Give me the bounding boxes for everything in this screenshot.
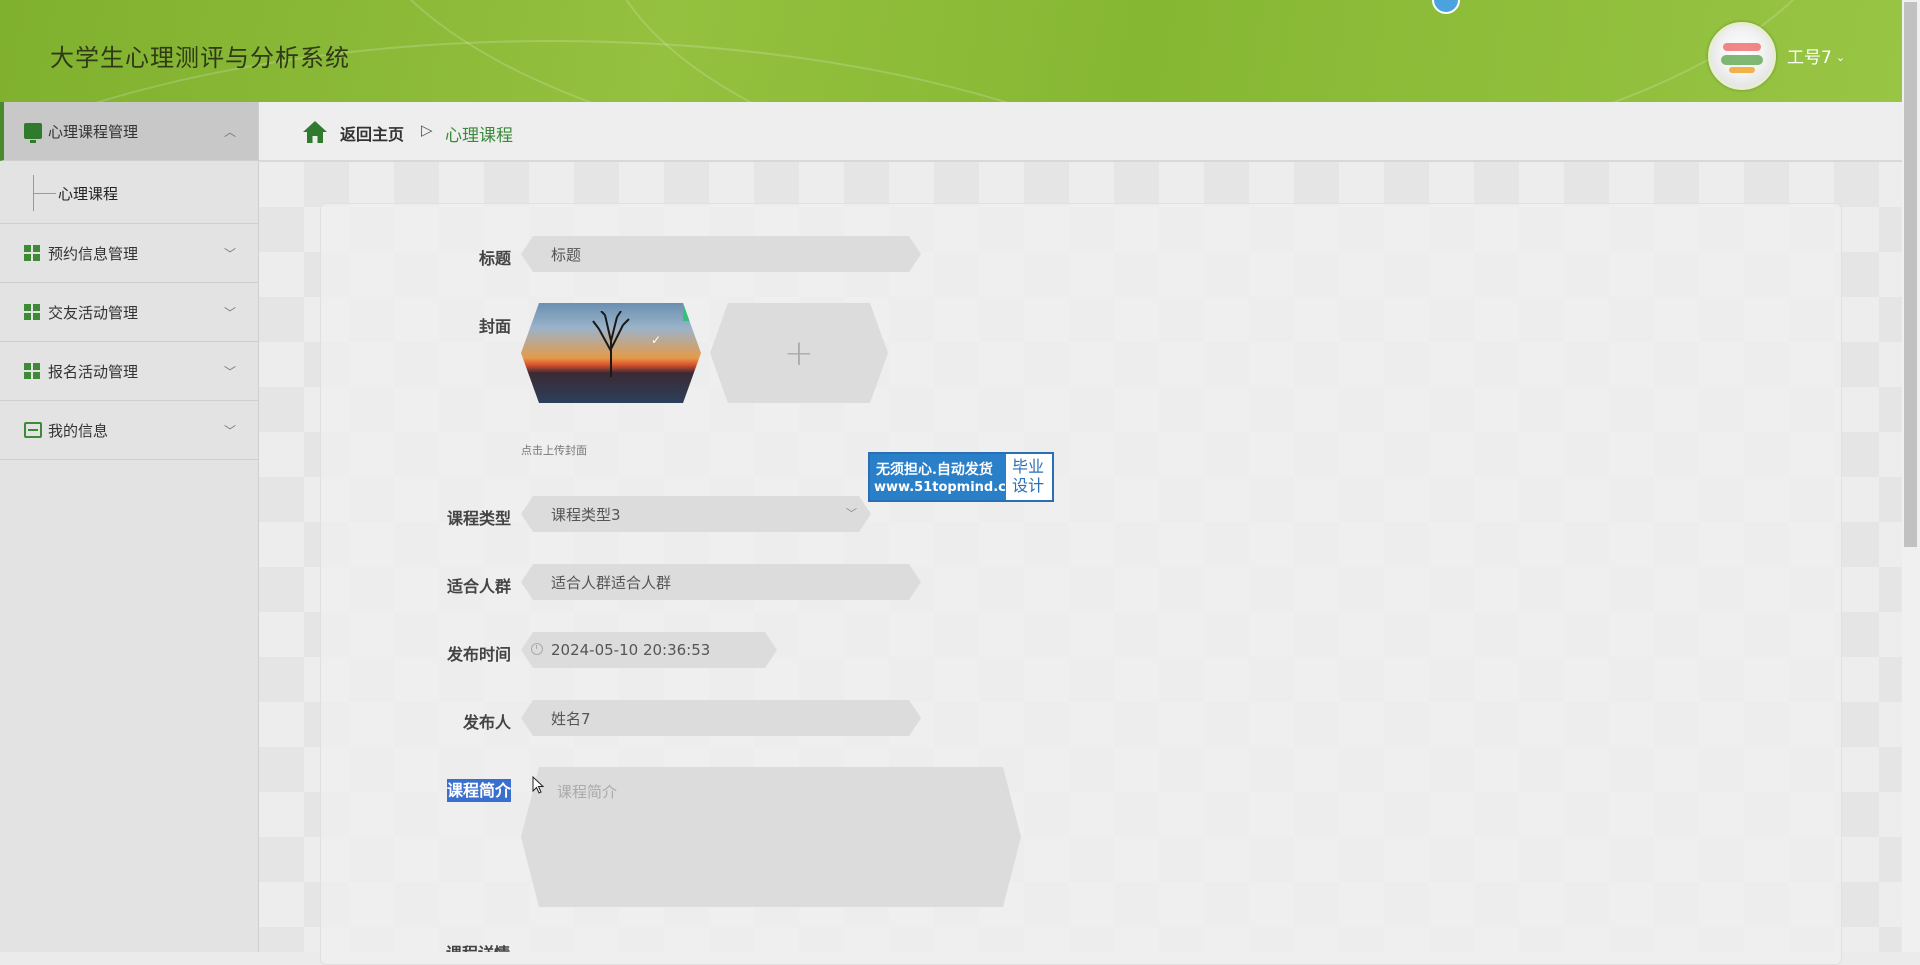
sidebar-item-social-activity[interactable]: 交友活动管理 ﹀: [0, 283, 258, 342]
details-label: 课程详情: [446, 940, 510, 952]
user-menu[interactable]: 工号7 ⌄: [1787, 43, 1845, 68]
chevron-down-icon: ﹀: [223, 423, 236, 438]
watermark-badge: 无须担心.自动发货 www.51topmind.com 毕业设计: [868, 452, 1054, 502]
sidebar-item-my-info[interactable]: 我的信息 ﹀: [0, 401, 258, 460]
breadcrumb-home-link[interactable]: 返回主页: [340, 121, 404, 145]
chevron-down-icon: ⌄: [1835, 51, 1846, 64]
sidebar-item-registration[interactable]: 报名活动管理 ﹀: [0, 342, 258, 401]
chevron-down-icon: ﹀: [846, 507, 857, 520]
audience-label: 适合人群: [446, 577, 511, 596]
sidebar-item-label: 报名活动管理: [48, 362, 139, 381]
course-type-select[interactable]: 课程类型3: [521, 496, 871, 532]
monitor-icon: [24, 123, 42, 143]
sidebar: 心理课程管理 ︿ 心理课程 预约信息管理 ﹀ 交友活动管理 ﹀ 报名活动管理 ﹀…: [0, 102, 259, 952]
intro-label-wrap: 课程简介: [391, 777, 511, 802]
sidebar-item-course-management[interactable]: 心理课程管理 ︿: [0, 102, 258, 161]
grid-icon: [24, 245, 42, 261]
cover-image[interactable]: ✓: [521, 303, 701, 403]
breadcrumb-separator: ▷: [421, 121, 433, 139]
sidebar-item-label: 我的信息: [48, 421, 109, 440]
publish-time-input[interactable]: 2024-05-10 20:36:53: [521, 632, 777, 668]
app-title: 大学生心理测评与分析系统: [50, 44, 350, 72]
avatar[interactable]: [1708, 22, 1776, 90]
cover-upload-hint: 点击上传封面: [521, 444, 587, 457]
watermark-right: 毕业设计: [1011, 457, 1044, 495]
chevron-up-icon: ︿: [223, 124, 236, 139]
course-type-label: 课程类型: [446, 509, 511, 528]
scrollbar-thumb[interactable]: [1904, 2, 1917, 547]
sidebar-item-label: 交友活动管理: [48, 303, 139, 322]
clock-icon: [531, 643, 543, 655]
plus-icon: +: [783, 332, 815, 374]
tree-silhouette: [591, 311, 631, 377]
publisher-input[interactable]: 姓名7: [521, 700, 921, 736]
chevron-down-icon: ﹀: [223, 246, 236, 261]
audience-input[interactable]: 适合人群适合人群: [521, 564, 921, 600]
chevron-down-icon: ﹀: [223, 364, 236, 379]
user-name: 工号7: [1787, 48, 1832, 68]
publisher-label: 发布人: [462, 713, 511, 732]
intro-placeholder: 课程简介: [557, 783, 618, 801]
title-label: 标题: [478, 249, 511, 268]
publisher-value: 姓名7: [551, 709, 591, 728]
title-input[interactable]: 标题: [521, 236, 921, 272]
top-header: 大学生心理测评与分析系统 工号7 ⌄: [0, 0, 1902, 102]
sidebar-subitem-course[interactable]: 心理课程: [58, 183, 118, 204]
publish-time-value: 2024-05-10 20:36:53: [551, 641, 711, 659]
submenu: 心理课程: [0, 161, 258, 224]
course-type-value: 课程类型3: [551, 505, 621, 524]
grid-icon: [24, 363, 42, 379]
add-cover-button[interactable]: +: [710, 303, 888, 403]
grid-icon: [24, 304, 42, 320]
mouse-cursor-icon: [532, 776, 544, 794]
sidebar-item-appointment[interactable]: 预约信息管理 ﹀: [0, 224, 258, 283]
title-input-value: 标题: [551, 245, 582, 264]
sidebar-item-label: 心理课程管理: [48, 122, 139, 141]
cover-label: 封面: [478, 317, 511, 336]
intro-label: 课程简介: [446, 779, 511, 802]
chevron-down-icon: ﹀: [223, 305, 236, 320]
intro-textarea[interactable]: 课程简介: [521, 767, 1021, 907]
audience-value: 适合人群适合人群: [551, 573, 672, 592]
sidebar-item-label: 预约信息管理: [48, 244, 139, 263]
home-icon[interactable]: [302, 120, 328, 144]
check-icon: ✓: [651, 333, 662, 347]
publish-time-label: 发布时间: [446, 645, 511, 664]
watermark-line2: www.51topmind.com: [874, 480, 1029, 495]
breadcrumb-current: 心理课程: [445, 126, 513, 146]
id-card-icon: [24, 422, 42, 438]
watermark-line1: 无须担心.自动发货: [876, 462, 993, 478]
